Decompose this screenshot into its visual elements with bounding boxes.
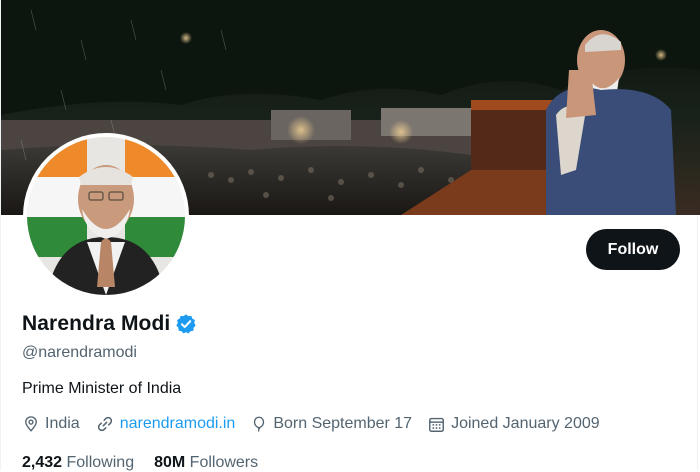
profile-stats: 2,432 Following 80M Followers [22,454,278,472]
birthday-text: Born September 17 [273,415,413,432]
followers-count: 80M [154,454,186,471]
location-pin-icon [25,416,37,432]
website-link[interactable]: narendramodi.in [120,415,236,433]
profile-name-row: Narendra Modi [22,312,197,336]
following-label: Following [66,454,135,471]
following-stat[interactable]: 2,432 Following [22,454,134,472]
location-item: India [22,415,80,433]
profile-container: Follow Narendra Modi @narendramodi Prime… [0,0,700,472]
verified-badge-icon[interactable] [175,313,197,335]
profile-meta: India narendramodi.in Born September 17 [22,414,615,434]
profile-avatar[interactable] [23,133,189,299]
profile-bio: Prime Minister of India [22,380,182,397]
website-item[interactable]: narendramodi.in [95,414,236,434]
joined-text: Joined January 2009 [451,415,600,432]
joined-item: Joined January 2009 [427,415,600,434]
follow-button[interactable]: Follow [586,229,680,270]
birthday-item: Born September 17 [250,415,412,433]
location-text: India [45,415,80,432]
calendar-icon [429,417,445,432]
profile-handle: @narendramodi [22,344,137,361]
profile-display-name: Narendra Modi [22,312,171,335]
following-count: 2,432 [22,454,63,471]
followers-stat[interactable]: 80M Followers [154,454,258,472]
link-icon [97,416,112,432]
followers-label: Followers [189,454,259,471]
balloon-icon [254,416,265,432]
